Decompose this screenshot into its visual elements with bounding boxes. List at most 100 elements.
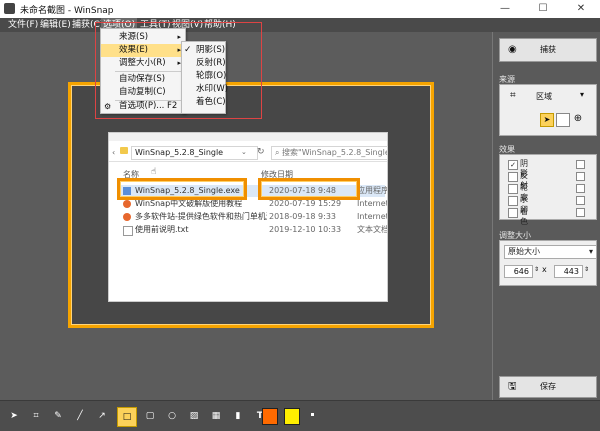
explorer-ribbon-strip [109,133,387,141]
effect-settings-icon[interactable] [576,160,585,169]
checkbox-icon[interactable] [508,184,518,194]
checkbox-icon[interactable] [508,196,518,206]
file-type: 应用程序 [357,186,387,195]
pen-tool-icon[interactable]: ✎ [49,407,67,425]
hatch-tool-icon[interactable]: ▨ [185,407,203,425]
address-dropdown-icon[interactable]: ⌄ [241,148,247,156]
highlight-rectangle[interactable] [117,178,247,200]
effects-group: ✓ 阴影 反射 轮廓 水印 着色 [499,154,597,226]
highlight-tool-icon[interactable]: ▮ [229,407,247,425]
effect-settings-icon[interactable] [576,208,585,217]
menu-bar: 文件(F) 编辑(E) 捕获(C) 选项(O) 工具(T) 视图(V) 帮助(H… [0,18,600,32]
captured-explorer-window: ‹ WinSnap_5.2.8_Single ⌄ ↻ ⌕ 搜索"WinSnap_… [108,132,388,302]
menu-edit[interactable]: 编辑(E) [38,18,73,32]
crop-tool-icon[interactable]: ⌗ [27,407,45,425]
select-tool-icon[interactable]: ➤ [5,407,23,425]
source-dropdown-icon[interactable]: ▾ [580,90,584,99]
save-button[interactable]: 🖫 保存 [499,376,597,398]
menu-item-autocopy[interactable]: 自动复制(C) [101,86,185,99]
window-mode-icon[interactable] [556,113,570,127]
checkbox-icon[interactable]: ✓ [508,160,518,170]
menu-item-tint[interactable]: 着色(C) [182,96,226,109]
source-group: ⌗ 区域 ▾ ➤ ⊕ [499,84,597,136]
menu-item-watermark[interactable]: 水印(W) [182,83,228,96]
back-arrow-icon: ‹ [112,148,116,157]
file-type: 文本文档 [357,225,387,234]
effects-submenu: ✓ 阴影(S) 反射(R) 轮廓(O) 水印(W) 着色(C) [181,41,228,114]
primary-color-swatch[interactable] [262,408,278,425]
arrow-tool-icon[interactable]: ↗ [93,407,111,425]
gear-icon: ⚙ [104,102,112,111]
highlight-rectangle[interactable] [258,178,360,200]
check-icon: ✓ [184,45,192,55]
rounded-rect-tool-icon[interactable]: ▢ [141,407,159,425]
file-name: 多多软件站-提供绿色软件和热门单机游... [135,212,267,221]
add-icon[interactable]: ⊕ [572,113,584,125]
disk-icon: 🖫 [508,381,517,392]
region-icon: ⌗ [510,90,516,101]
checkbox-icon[interactable] [508,172,518,182]
menu-item-outline[interactable]: 轮廓(O) [182,70,226,83]
explorer-address-row: ‹ WinSnap_5.2.8_Single ⌄ ↻ ⌕ 搜索"WinSnap_… [109,143,388,162]
web-file-icon [123,200,131,208]
menu-item-resize[interactable]: 调整大小(R) ▸ [101,57,185,70]
web-file-icon [123,213,131,221]
folder-icon [120,147,128,154]
close-button[interactable]: ✕ [562,0,600,18]
search-box[interactable]: ⌕ 搜索"WinSnap_5.2.8_Single" [271,146,388,160]
search-placeholder: 搜索"WinSnap_5.2.8_Single" [282,148,388,157]
file-date: 2018-09-18 9:33 [269,212,336,221]
menu-item-shadow[interactable]: ✓ 阴影(S) [182,44,225,57]
effect-settings-icon[interactable] [576,196,585,205]
menu-item-effects[interactable]: 效果(E) ▸ [101,44,185,57]
menu-file[interactable]: 文件(F) [6,18,40,32]
file-row[interactable]: 多多软件站-提供绿色软件和热门单机游... 2018-09-18 9:33 In… [119,211,387,223]
address-bar[interactable]: WinSnap_5.2.8_Single [131,146,258,160]
menu-item-preferences[interactable]: ⚙ 首选项(P)... F2 [101,100,185,113]
checkbox-icon[interactable] [508,208,518,218]
file-row[interactable]: 使用前说明.txt 2019-12-10 10:33 文本文档 [119,224,387,236]
app-icon [4,3,15,14]
width-input[interactable]: 646 [504,265,533,278]
address-path: WinSnap_5.2.8_Single [135,148,224,157]
title-bar: 未命名截图 - WinSnap — ☐ ✕ [0,0,600,19]
menu-item-autosave[interactable]: 自动保存(S) [101,73,185,86]
source-value[interactable]: 区域 [536,91,552,102]
height-spin-icon[interactable]: ⇕ [584,266,589,273]
file-type: Internet [357,199,387,208]
file-name: 使用前说明.txt [135,225,189,234]
menu-separator [115,71,181,72]
ellipse-tool-icon[interactable]: ○ [163,407,181,425]
width-spin-icon[interactable]: ⇕ [534,266,539,273]
annotation-toolbar: ➤ ⌗ ✎ ╱ ↗ □ ▢ ○ ▨ ▦ ▮ T [0,400,600,431]
minimize-button[interactable]: — [486,0,524,18]
window-title: 未命名截图 - WinSnap [20,6,114,16]
resize-dimensions: 646 ⇕ x 443 ⇕ [504,265,592,278]
search-icon: ⌕ [275,148,280,157]
mouse-cursor-icon: ☝ [151,167,157,177]
menu-item-reflection[interactable]: 反射(R) [182,57,226,70]
chevron-down-icon: ▾ [588,247,593,256]
refresh-icon[interactable]: ↻ [257,147,265,157]
secondary-color-swatch[interactable] [284,408,300,425]
resize-group: 原始大小 ▾ 646 ⇕ x 443 ⇕ [499,240,597,286]
times-label: x [542,265,547,274]
resize-mode-select[interactable]: 原始大小 ▾ [504,245,597,259]
maximize-button[interactable]: ☐ [524,0,562,18]
capture-button[interactable]: ◉ 捕获 [499,38,597,62]
file-type: Internet [357,212,387,221]
menu-item-source[interactable]: 来源(S) ▸ [101,31,185,44]
rectangle-tool-icon[interactable]: □ [117,407,137,427]
right-panel: ◉ 捕获 来源 ⌗ 区域 ▾ ➤ ⊕ 效果 ✓ 阴影 反射 轮廓 水印 着色 调整… [492,32,600,400]
height-input[interactable]: 443 [554,265,583,278]
line-width-indicator[interactable] [311,413,314,416]
effect-settings-icon[interactable] [576,184,585,193]
pixelate-tool-icon[interactable]: ▦ [207,407,225,425]
line-tool-icon[interactable]: ╱ [71,407,89,425]
file-date: 2019-12-10 10:33 [269,225,342,234]
pointer-mode-icon[interactable]: ➤ [540,113,554,127]
options-menu: 来源(S) ▸ 效果(E) ▸ 调整大小(R) ▸ 自动保存(S) 自动复制(C… [100,28,186,114]
shortcut-label: F2 [167,101,178,111]
camera-icon: ◉ [508,44,517,55]
effect-settings-icon[interactable] [576,172,585,181]
